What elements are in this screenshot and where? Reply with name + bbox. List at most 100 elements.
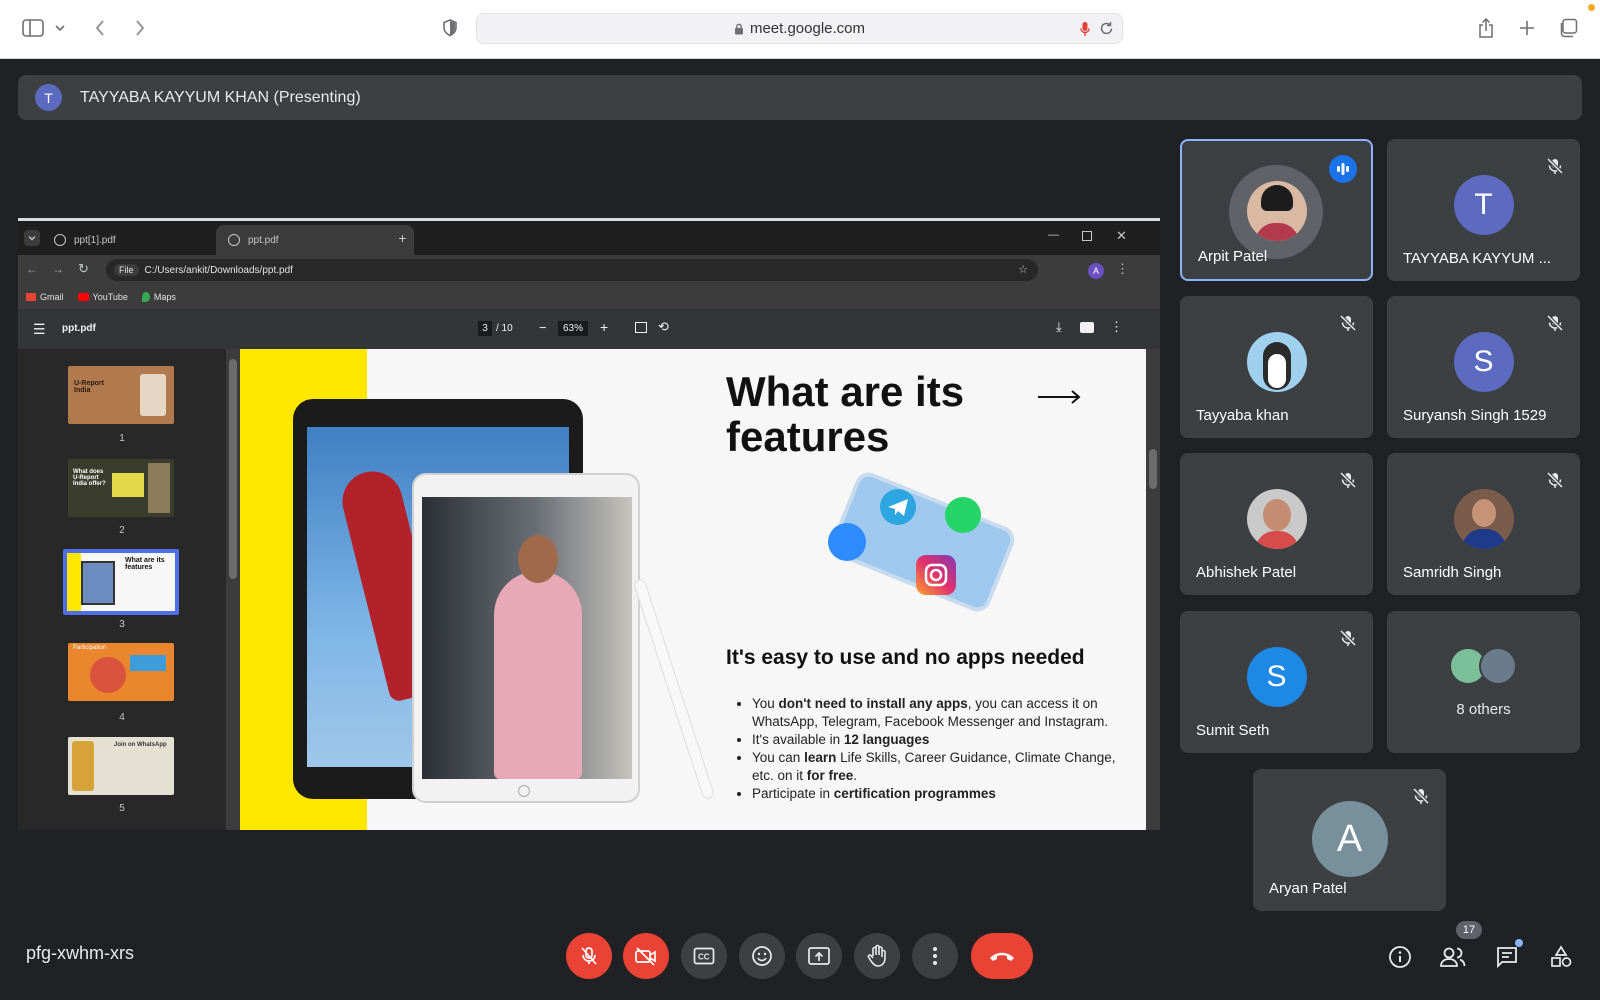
participant-tile-aryan-patel[interactable]: A Aryan Patel (1253, 769, 1446, 911)
avatar-shirt (1254, 223, 1299, 241)
slide-bullet-list: You don't need to install any apps, you … (748, 695, 1128, 803)
people-button[interactable] (1439, 943, 1467, 971)
participant-tile-tayyaba-kayyum[interactable]: T TAYYABA KAYYUM ... (1387, 139, 1580, 281)
bookmark-gmail: Gmail (26, 292, 64, 302)
browser-toolbar: meet.google.com (0, 0, 1600, 59)
telegram-icon (880, 489, 916, 525)
shared-tab-label: ppt.pdf (248, 234, 279, 246)
back-icon[interactable] (88, 16, 112, 40)
participant-name: Samridh Singh (1403, 564, 1502, 581)
chevron-down-icon[interactable] (52, 16, 68, 40)
chat-button[interactable] (1493, 939, 1523, 971)
reload-icon: ↻ (78, 261, 89, 276)
mic-off-icon (1412, 787, 1430, 805)
fit-page-icon (635, 322, 647, 333)
thumbnail-4: Participation (68, 643, 174, 701)
microphone-icon[interactable] (1080, 21, 1090, 37)
slide-woman-head (518, 535, 558, 583)
thumbnail-tablet (81, 561, 115, 605)
bookmark-label: Maps (153, 292, 176, 302)
page-total: / 10 (496, 323, 513, 334)
shared-omnibox: File C:/Users/ankit/Downloads/ppt.pdf ☆ (106, 259, 1038, 281)
participant-tile-tayyaba-khan[interactable]: Tayyaba khan (1180, 296, 1373, 438)
zoom-field: 63% (558, 321, 588, 336)
sidebar-toggle-icon[interactable] (22, 16, 44, 40)
meeting-details-button[interactable] (1386, 943, 1414, 971)
captions-button[interactable]: CC (681, 933, 727, 979)
avatar-penguin-belly (1267, 354, 1286, 388)
tab-overview-icon[interactable] (1556, 16, 1580, 40)
participant-tile-sumit-seth[interactable]: S Sumit Seth (1180, 611, 1373, 753)
more-options-button[interactable] (912, 933, 958, 979)
slide-bullet: Participate in certification programmes (752, 785, 1128, 803)
unread-dot (1515, 939, 1523, 947)
bullet-text: It's available in (752, 732, 844, 747)
avatar (1246, 181, 1307, 241)
thumbnail-3-selected: What are its features (63, 549, 179, 615)
avatar: S (1246, 647, 1307, 707)
thumbnail-2: What does U-Report India offer? (68, 459, 174, 517)
hand-icon (867, 944, 886, 967)
participant-tile-arpit-patel[interactable]: Arpit Patel (1180, 139, 1373, 281)
raise-hand-button[interactable] (854, 933, 900, 979)
thumbnail-text: What are its features (125, 557, 165, 571)
avatar: T (1453, 175, 1514, 235)
present-icon (808, 947, 830, 965)
more-vert-icon: ⋮ (1116, 261, 1129, 276)
lock-icon (734, 23, 744, 35)
shared-tab-label: ppt[1].pdf (74, 234, 116, 246)
shared-tab-2: ppt.pdf ✕ (216, 225, 414, 255)
leave-call-button[interactable] (971, 933, 1033, 979)
shared-screen: ppt[1].pdf ✕ ppt.pdf ✕ + — ✕ ← → ↻ File … (18, 218, 1160, 830)
avatar (1453, 489, 1514, 549)
close-window-icon: ✕ (1116, 228, 1127, 243)
participant-tile-suryansh-singh[interactable]: S Suryansh Singh 1529 (1387, 296, 1580, 438)
pdf-slide: What are its features It's easy to use a… (240, 349, 1146, 830)
captions-icon: CC (693, 947, 715, 965)
recording-indicator-dot (1588, 4, 1595, 11)
others-avatar-2 (1479, 647, 1517, 685)
forward-icon[interactable] (128, 16, 152, 40)
address-bar[interactable]: meet.google.com (476, 13, 1123, 44)
reload-icon[interactable] (1099, 21, 1114, 36)
participant-tile-others[interactable]: 8 others (1387, 611, 1580, 753)
bullet-bold: 12 languages (843, 732, 930, 747)
bullet-text: You (752, 696, 779, 711)
profile-avatar: A (1088, 263, 1104, 279)
participant-name: Tayyaba khan (1196, 407, 1289, 424)
mic-toggle-button[interactable] (566, 933, 612, 979)
url-text: meet.google.com (749, 20, 866, 37)
rotate-icon: ⟲ (658, 319, 669, 334)
thumbnail-phone (72, 741, 94, 791)
thumbnail-slide: What are its features (67, 553, 175, 611)
camera-toggle-button[interactable] (623, 933, 669, 979)
mic-off-icon (1546, 471, 1564, 489)
slide-bullet: You don't need to install any apps, you … (752, 695, 1128, 731)
whatsapp-icon (945, 497, 981, 533)
thumbnail-donut (90, 657, 126, 693)
thumbnail-number: 3 (119, 619, 125, 630)
share-icon[interactable] (1474, 16, 1498, 40)
avatar-hair (1260, 185, 1293, 211)
participant-name: Aryan Patel (1269, 880, 1347, 897)
activities-button[interactable] (1547, 943, 1575, 971)
bookmark-label: Gmail (40, 292, 64, 302)
pdf-filename: ppt.pdf (62, 323, 96, 334)
avatar (1246, 489, 1307, 549)
slide-arrow-icon (1038, 390, 1082, 404)
slide-tablet-front (412, 473, 640, 803)
mic-off-icon (1339, 314, 1357, 332)
new-tab-icon[interactable] (1515, 16, 1539, 40)
present-now-button[interactable] (796, 933, 842, 979)
thumbnail-scrollbar (226, 349, 240, 830)
privacy-shield-icon[interactable] (438, 16, 462, 40)
avatar-shirt (1254, 531, 1299, 549)
slide-bullet: You can learn Life Skills, Career Guidan… (752, 749, 1128, 785)
participant-tile-samridh-singh[interactable]: Samridh Singh (1387, 453, 1580, 595)
pdf-thumbnails: U-Report India 1 What does U-Report Indi… (18, 349, 226, 830)
emoji-reactions-button[interactable] (739, 933, 785, 979)
participant-tile-abhishek-patel[interactable]: Abhishek Patel (1180, 453, 1373, 595)
thumbnail-text: Join on WhatsApp (114, 742, 167, 748)
presenter-label: TAYYABA KAYYUM KHAN (Presenting) (80, 88, 361, 106)
thumbnail-box (130, 655, 166, 671)
